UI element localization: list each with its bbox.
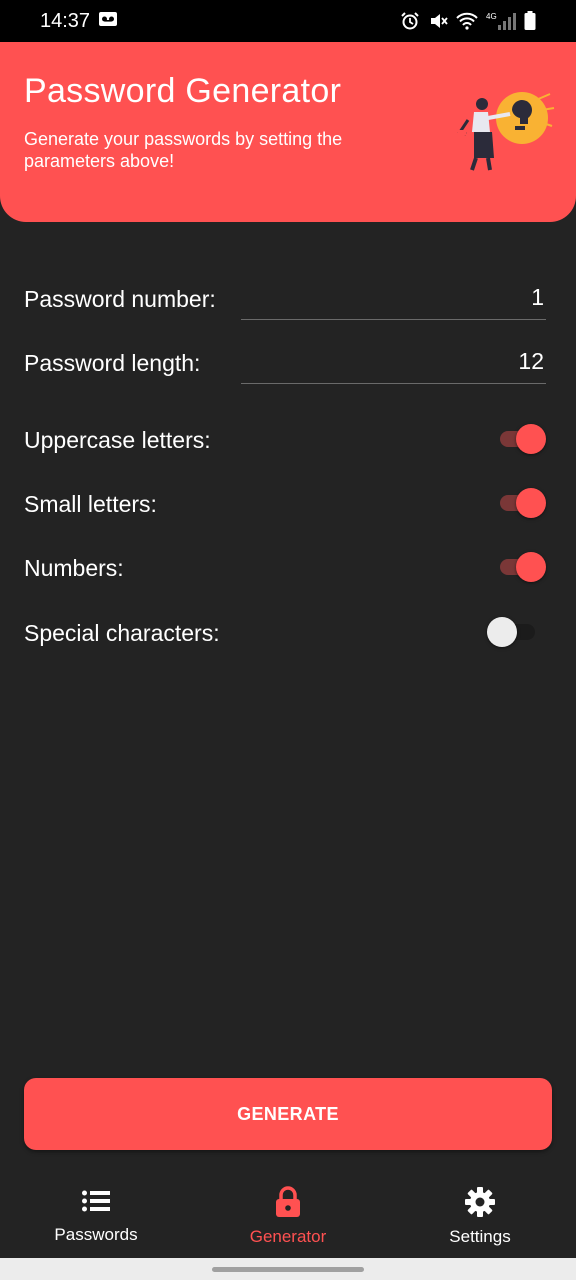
nav-item-settings[interactable]: Settings (384, 1170, 576, 1258)
alarm-icon (400, 11, 420, 31)
person-lightbulb-illustration (452, 90, 556, 179)
system-gesture-bar (0, 1258, 576, 1280)
password-number-label: Password number: (24, 286, 216, 312)
nav-label-passwords: Passwords (54, 1225, 138, 1244)
small-letters-label: Small letters: (24, 491, 157, 517)
password-length-value: 12 (518, 348, 544, 374)
4g-signal-icon: 4G (486, 11, 516, 31)
nav-label-settings: Settings (449, 1227, 511, 1246)
password-number-value: 1 (531, 284, 544, 310)
page-title: Password Generator (24, 72, 342, 110)
voicemail-icon (98, 10, 118, 33)
bottom-navigation: Passwords Generator Settings (0, 1170, 576, 1258)
special-characters-label: Special characters: (24, 620, 220, 646)
header-banner: Password Generator Generate your passwor… (0, 42, 576, 222)
nav-item-passwords[interactable]: Passwords (0, 1170, 192, 1258)
numbers-switch[interactable] (498, 551, 548, 583)
network-type-label: 4G (486, 12, 497, 21)
status-time: 14:37 (40, 9, 91, 32)
password-number-input[interactable]: 1 (241, 276, 546, 320)
generate-button[interactable]: GENERATE (24, 1078, 552, 1150)
home-gesture-handle[interactable] (212, 1267, 364, 1272)
special-characters-switch[interactable] (487, 616, 547, 648)
mute-icon (428, 11, 448, 31)
small-letters-switch[interactable] (498, 487, 548, 519)
nav-label-generator: Generator (249, 1227, 327, 1246)
lock-icon (273, 1186, 303, 1223)
password-length-input[interactable]: 12 (241, 340, 546, 384)
password-length-label: Password length: (24, 350, 201, 376)
nav-item-generator[interactable]: Generator (192, 1170, 384, 1258)
page-subtitle: Generate your passwords by setting the p… (24, 129, 343, 171)
uppercase-letters-label: Uppercase letters: (24, 427, 211, 453)
battery-icon (524, 11, 536, 31)
status-bar: 14:37 4G (0, 0, 576, 42)
wifi-icon (456, 12, 478, 30)
uppercase-letters-switch[interactable] (498, 423, 548, 455)
gear-icon (464, 1186, 496, 1223)
numbers-label: Numbers: (24, 555, 124, 581)
list-icon (81, 1186, 111, 1221)
